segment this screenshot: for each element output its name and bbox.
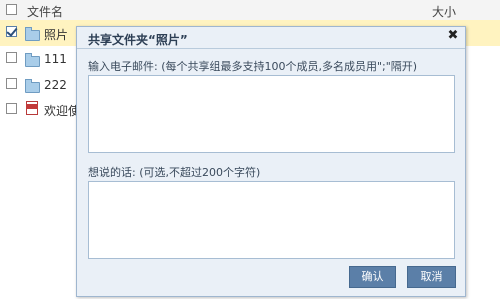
- close-icon[interactable]: ✖: [446, 28, 460, 44]
- row-checkbox[interactable]: [6, 78, 17, 89]
- row-checkbox[interactable]: [6, 26, 17, 37]
- message-field[interactable]: [88, 181, 455, 259]
- file-name[interactable]: 照片: [44, 26, 68, 43]
- file-name[interactable]: 欢迎使: [44, 102, 80, 119]
- folder-icon: [25, 27, 40, 41]
- column-header-name[interactable]: 文件名: [27, 3, 63, 20]
- share-folder-dialog: 共享文件夹“照片” ✖ 输入电子邮件: (每个共享组最多支持100个成员,多名成…: [76, 26, 466, 297]
- confirm-button[interactable]: 确认: [349, 266, 396, 288]
- file-name[interactable]: 111: [44, 52, 67, 66]
- folder-icon: [25, 53, 40, 67]
- email-field[interactable]: [88, 75, 455, 153]
- folder-icon: [25, 79, 40, 93]
- pdf-file-icon: [26, 101, 38, 115]
- message-field-label: 想说的话: (可选,不超过200个字符): [88, 166, 261, 179]
- select-all-checkbox[interactable]: [6, 4, 17, 15]
- email-field-label: 输入电子邮件: (每个共享组最多支持100个成员,多名成员用";"隔开): [88, 60, 418, 73]
- row-checkbox[interactable]: [6, 103, 17, 114]
- cancel-button[interactable]: 取消: [407, 266, 456, 288]
- dialog-title: 共享文件夹“照片”: [88, 33, 188, 47]
- row-checkbox[interactable]: [6, 52, 17, 63]
- file-list-header: 文件名 大小: [0, 0, 500, 21]
- file-name[interactable]: 222: [44, 78, 67, 92]
- column-header-size[interactable]: 大小: [432, 3, 456, 20]
- dialog-title-divider: [77, 48, 465, 49]
